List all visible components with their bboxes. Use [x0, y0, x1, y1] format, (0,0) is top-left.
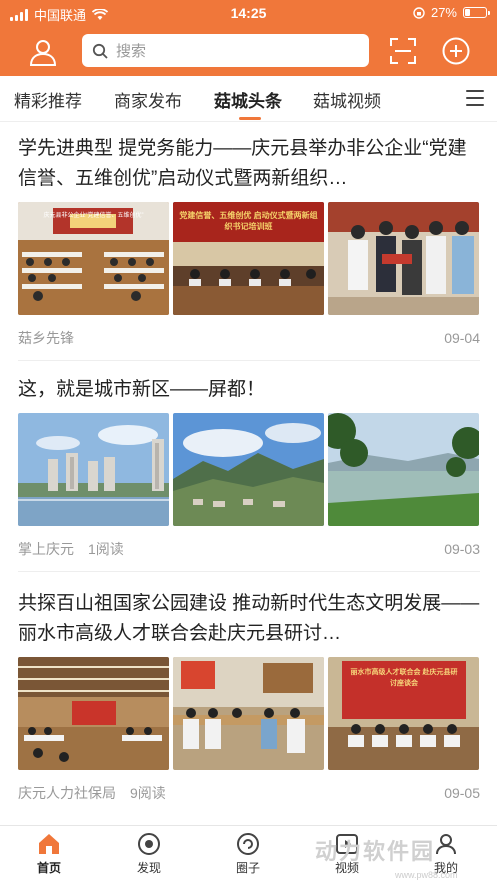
- discover-icon: [138, 833, 160, 855]
- article-date: 09-04: [444, 330, 480, 346]
- article-card[interactable]: 学先进典型 提党务能力——庆元县举办非公企业“党建信誉、五维创优”启动仪式暨两新…: [18, 134, 480, 348]
- user-icon[interactable]: [28, 37, 58, 67]
- article-date: 09-03: [444, 541, 480, 557]
- article-image[interactable]: [173, 413, 324, 526]
- article-image[interactable]: 丽水市高级人才联合会 赴庆元县研讨座谈会: [328, 657, 479, 770]
- article-image[interactable]: [173, 657, 324, 770]
- rotation-lock-icon: [413, 6, 425, 19]
- tab-merchant[interactable]: 商家发布: [114, 87, 182, 112]
- category-tabs: 精彩推荐 商家发布 菇城头条 菇城视频: [0, 76, 497, 122]
- nav-discover[interactable]: 发现: [119, 832, 179, 876]
- nav-label: 首页: [36, 861, 61, 875]
- search-icon: [92, 43, 108, 59]
- article-source: 庆元人力社保局: [18, 785, 116, 801]
- watermark-url: www.pw88.com: [395, 870, 458, 880]
- divider: [18, 571, 480, 572]
- article-card[interactable]: 这，就是城市新区——屏都！ 掌上庆元 1阅读 09-03: [18, 375, 480, 559]
- article-image[interactable]: [18, 657, 169, 770]
- profile-icon: [436, 834, 456, 855]
- article-title[interactable]: 学先进典型 提党务能力——庆元县举办非公企业“党建信誉、五维创优”启动仪式暨两新…: [18, 134, 480, 194]
- nav-label: 圈子: [235, 861, 260, 875]
- article-source: 菇乡先锋: [18, 330, 74, 346]
- nav-label: 视频: [334, 861, 359, 875]
- image-banner-text: 庆元县非公企业“党建信誉、五维创优”: [43, 213, 144, 219]
- search-placeholder: 搜索: [116, 43, 147, 60]
- top-header: 中国联通 14:25 27% 搜索: [0, 0, 497, 76]
- image-banner-text: 党建信誉、五维创优 启动仪式暨两新组织书记培训班: [179, 211, 318, 231]
- plus-circle-icon[interactable]: [441, 36, 471, 66]
- battery-percent: 27%: [430, 5, 457, 20]
- article-title[interactable]: 共探百山祖国家公园建设 推动新时代生态文明发展——丽水市高级人才联合会赴庆元县研…: [18, 589, 480, 649]
- video-icon: [336, 834, 358, 854]
- tab-headlines[interactable]: 菇城头条: [214, 87, 282, 112]
- search-input[interactable]: 搜索: [82, 34, 369, 67]
- battery-icon: [463, 7, 490, 18]
- nav-circle[interactable]: 圈子: [218, 832, 278, 876]
- article-image[interactable]: [328, 202, 479, 315]
- article-image[interactable]: [328, 413, 479, 526]
- article-reads: 1阅读: [88, 541, 124, 557]
- news-feed[interactable]: 学先进典型 提党务能力——庆元县举办非公企业“党建信誉、五维创优”启动仪式暨两新…: [0, 122, 497, 825]
- article-image[interactable]: 党建信誉、五维创优 启动仪式暨两新组织书记培训班: [173, 202, 324, 315]
- article-date: 09-05: [444, 785, 480, 801]
- menu-icon[interactable]: [466, 90, 484, 106]
- divider: [18, 360, 480, 361]
- tab-featured[interactable]: 精彩推荐: [14, 87, 82, 112]
- article-card[interactable]: 共探百山祖国家公园建设 推动新时代生态文明发展——丽水市高级人才联合会赴庆元县研…: [18, 589, 480, 803]
- active-tab-indicator: [239, 117, 261, 120]
- article-source: 掌上庆元: [18, 541, 74, 557]
- circle-icon: [237, 833, 259, 855]
- home-icon: [39, 834, 59, 854]
- image-banner-text: 丽水市高级人才联合会 赴庆元县研讨座谈会: [350, 669, 458, 687]
- nav-label: 发现: [136, 861, 161, 875]
- article-image[interactable]: 庆元县非公企业“党建信誉、五维创优”: [18, 202, 169, 315]
- article-title[interactable]: 这，就是城市新区——屏都！: [18, 375, 480, 405]
- scan-icon[interactable]: [389, 37, 417, 65]
- status-bar: 中国联通 14:25 27%: [0, 0, 497, 26]
- article-image[interactable]: [18, 413, 169, 526]
- tab-video[interactable]: 菇城视频: [313, 87, 381, 112]
- nav-video[interactable]: 视频: [317, 832, 377, 876]
- nav-home[interactable]: 首页: [19, 832, 79, 876]
- article-reads: 9阅读: [130, 785, 166, 801]
